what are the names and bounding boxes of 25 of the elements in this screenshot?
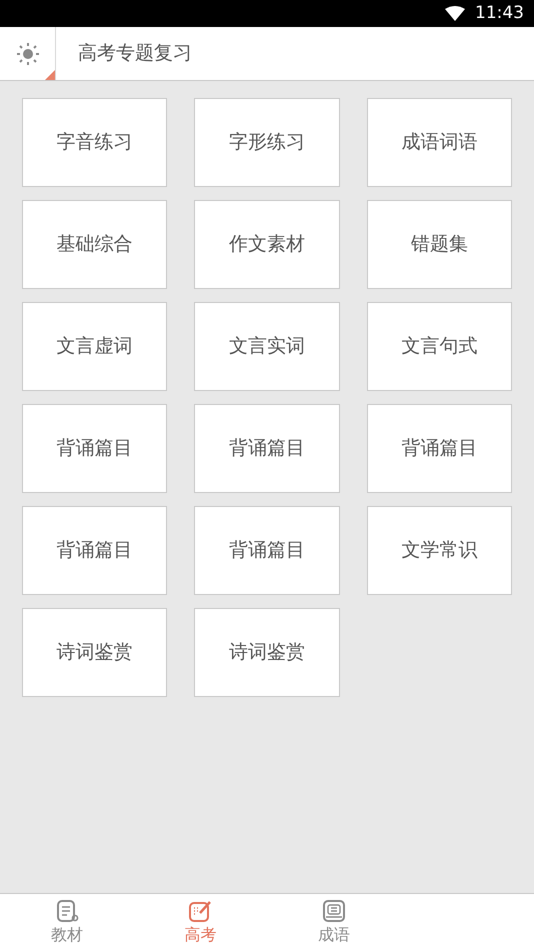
topic-tile[interactable]: 背诵篇目 bbox=[22, 404, 168, 493]
dictionary-icon bbox=[322, 898, 346, 922]
topic-tile[interactable]: 背诵篇目 bbox=[22, 506, 168, 595]
topic-tile[interactable]: 背诵篇目 bbox=[194, 506, 340, 595]
topic-tile[interactable]: 作文素材 bbox=[194, 200, 340, 289]
sun-icon bbox=[16, 42, 40, 66]
topic-tile[interactable]: 文言句式 bbox=[366, 302, 512, 391]
header-title: 高考专题复习 bbox=[78, 41, 192, 66]
topic-tile[interactable]: 字形练习 bbox=[194, 98, 340, 187]
edit-icon bbox=[188, 898, 212, 922]
topic-tile[interactable]: 文言虚词 bbox=[22, 302, 168, 391]
topic-tile[interactable]: 基础综合 bbox=[22, 200, 168, 289]
topic-tile[interactable]: 错题集 bbox=[366, 200, 512, 289]
clock: 11:43 bbox=[475, 2, 524, 25]
topic-tile[interactable]: 背诵篇目 bbox=[194, 404, 340, 493]
topic-tile[interactable]: 文言实词 bbox=[194, 302, 340, 391]
topic-tile[interactable]: 背诵篇目 bbox=[366, 404, 512, 493]
wifi-icon bbox=[445, 6, 465, 21]
topic-tile[interactable]: 成语词语 bbox=[366, 98, 512, 187]
topic-tile[interactable]: 字音练习 bbox=[22, 98, 168, 187]
topic-tile[interactable]: 文学常识 bbox=[366, 506, 512, 595]
book-icon bbox=[54, 898, 79, 922]
topic-tile[interactable]: 诗词鉴赏 bbox=[22, 608, 168, 697]
topic-tile[interactable]: 诗词鉴赏 bbox=[194, 608, 340, 697]
corner-mark-icon bbox=[45, 70, 55, 80]
